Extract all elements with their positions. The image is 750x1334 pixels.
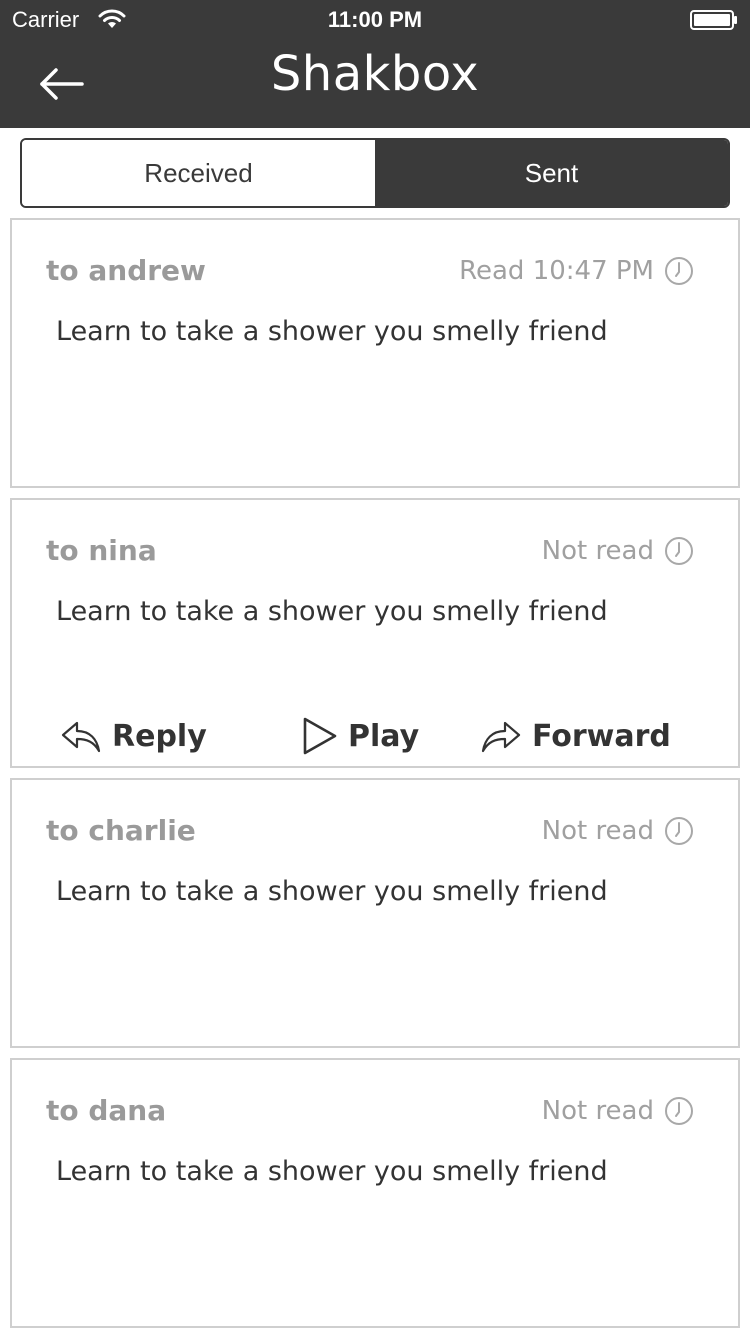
- message-recipient: to charlie: [46, 814, 196, 847]
- tab-sent[interactable]: Sent: [375, 140, 728, 206]
- tab-received[interactable]: Received: [22, 140, 375, 206]
- page-title: Shakbox: [270, 46, 480, 102]
- message-card[interactable]: to nina Not read Learn to take a shower …: [10, 498, 740, 768]
- message-status: Read 10:47 PM: [459, 256, 654, 286]
- message-card[interactable]: to dana Not read Learn to take a shower …: [10, 1058, 740, 1328]
- status-time: 11:00 PM: [327, 7, 423, 32]
- message-text: Learn to take a shower you smelly friend: [56, 596, 608, 627]
- reply-icon: [61, 721, 101, 753]
- message-recipient: to dana: [46, 1094, 167, 1127]
- message-card[interactable]: to charlie Not read Learn to take a show…: [10, 778, 740, 1048]
- message-text: Learn to take a shower you smelly friend: [56, 876, 608, 907]
- forward-label: Forward: [532, 718, 671, 754]
- message-text: Learn to take a shower you smelly friend: [56, 1156, 608, 1187]
- battery-icon: [690, 10, 737, 30]
- message-status: Not read: [541, 816, 654, 846]
- play-button[interactable]: Play: [302, 708, 419, 764]
- message-recipient: to andrew: [46, 254, 206, 287]
- message-card[interactable]: to andrew Read 10:47 PM Learn to take a …: [10, 218, 740, 488]
- forward-button[interactable]: Forward: [480, 708, 671, 764]
- forward-icon: [481, 721, 521, 753]
- clock-icon: [665, 1097, 693, 1125]
- message-status: Not read: [541, 536, 654, 566]
- message-text: Learn to take a shower you smelly friend: [56, 316, 608, 347]
- play-label: Play: [348, 718, 420, 754]
- clock-icon: [665, 537, 693, 565]
- message-status: Not read: [541, 1096, 654, 1126]
- play-icon: [303, 717, 337, 755]
- message-recipient: to nina: [46, 534, 157, 567]
- nav-header: Carrier 11:00 PM Shakbox: [0, 0, 750, 128]
- clock-icon: [665, 257, 693, 285]
- segmented-control: Received Sent: [20, 138, 730, 208]
- reply-button[interactable]: Reply: [60, 708, 207, 764]
- status-bar: Carrier 11:00 PM: [0, 0, 750, 40]
- message-actions: Reply Play Forward: [12, 708, 738, 764]
- reply-label: Reply: [112, 718, 207, 754]
- clock-icon: [665, 817, 693, 845]
